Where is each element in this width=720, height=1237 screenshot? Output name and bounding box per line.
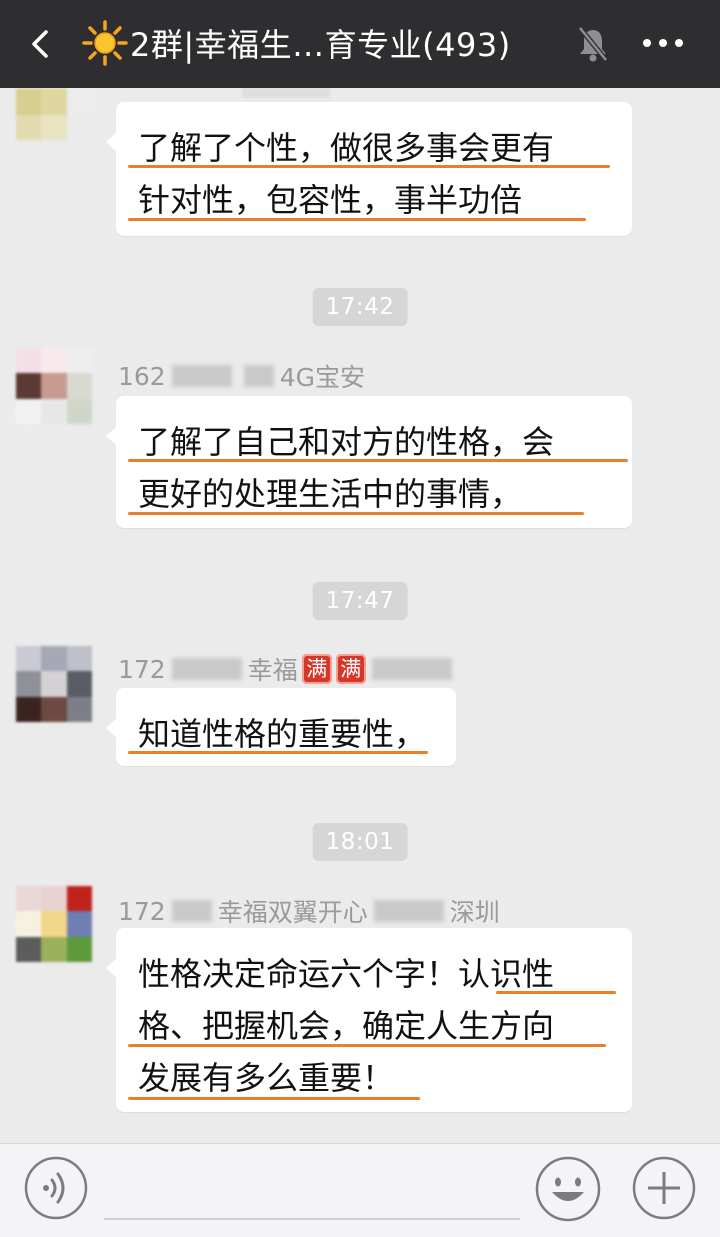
avatar[interactable] [16, 348, 92, 424]
avatar[interactable] [16, 646, 92, 722]
redacted-block [171, 365, 232, 387]
message-list[interactable]: 了解了个性，做很多事会更有 针对性，包容性，事半功倍 17:42 162 4G宝… [0, 88, 720, 1143]
chat-header: 2群|幸福生…育专业(493) [0, 0, 720, 88]
message-bubble[interactable]: 了解了个性，做很多事会更有 针对性，包容性，事半功倍 [106, 102, 632, 236]
highlight-underline [128, 459, 628, 462]
highlight-underline [128, 165, 610, 168]
chat-title: 2群|幸福生…育专业(493) [130, 26, 511, 64]
name-tag: 满 [335, 654, 366, 684]
message-bubble[interactable]: 了解了自己和对方的性格，会 更好的处理生活中的事情， [106, 396, 632, 528]
mute-icon [578, 26, 608, 62]
highlight-underline [128, 218, 586, 221]
sender-prefix: 172 [118, 896, 166, 926]
timestamp: 17:42 [312, 288, 408, 326]
avatar[interactable] [16, 88, 92, 140]
redacted-block [373, 900, 444, 922]
message-bubble[interactable]: 知道性格的重要性， [106, 688, 456, 766]
timestamp: 18:01 [312, 823, 408, 861]
sender-prefix: 172 [118, 654, 166, 684]
timestamp: 17:47 [312, 582, 408, 620]
redacted-block [243, 365, 274, 387]
sender-prefix: 162 [118, 361, 166, 391]
more-icon[interactable] [640, 36, 686, 50]
highlight-underline [128, 1044, 606, 1047]
name-tag: 满 [301, 654, 332, 684]
sender-name: 172 幸福双翼开心 深圳 [118, 893, 500, 929]
voice-icon[interactable] [24, 1156, 88, 1220]
sender-suffix: 深圳 [449, 898, 500, 927]
sun-icon [82, 20, 128, 66]
redacted-block [171, 658, 242, 680]
highlight-underline [128, 512, 584, 515]
cropped-sender-label [242, 88, 330, 98]
highlight-underline [128, 1097, 420, 1100]
sender-mid: 幸福双翼开心 [217, 898, 368, 927]
sender-mid: 幸福 [247, 656, 298, 685]
sender-name: 162 4G宝安 [118, 358, 365, 394]
redacted-block [371, 658, 452, 680]
plus-icon[interactable] [632, 1156, 696, 1220]
avatar[interactable] [16, 886, 92, 962]
sender-name: 172 幸福 满 满 [118, 651, 458, 687]
message-input[interactable] [104, 1158, 520, 1220]
redacted-block [171, 900, 212, 922]
highlight-underline [128, 751, 428, 754]
chat-title-area[interactable]: 2群|幸福生…育专业(493) [82, 18, 511, 68]
emoji-icon[interactable] [535, 1156, 601, 1222]
message-bubble[interactable]: 性格决定命运六个字！认识性 格、把握机会，确定人生方向 发展有多么重要！ [106, 928, 632, 1112]
chat-screen: 2群|幸福生…育专业(493) 了解了个性，做很多事会更有 针对性，包容性，事半… [0, 0, 720, 1237]
back-icon[interactable] [24, 26, 60, 62]
highlight-underline [496, 991, 616, 994]
sender-suffix: 4G宝安 [279, 363, 365, 392]
